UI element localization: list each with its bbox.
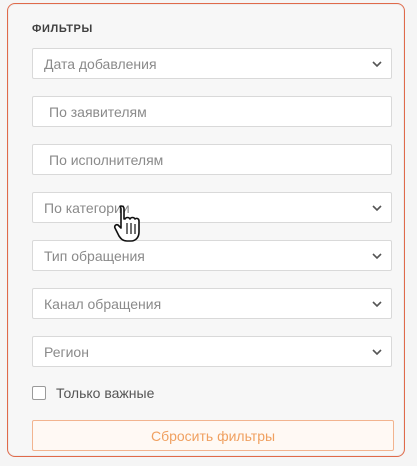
request-channel-select[interactable]: Канал обращения bbox=[32, 288, 392, 319]
important-only-checkbox[interactable] bbox=[32, 386, 46, 400]
filters-title: ФИЛЬТРЫ bbox=[32, 23, 93, 35]
category-select[interactable]: По категории bbox=[32, 192, 392, 223]
hand-pointer-icon bbox=[113, 205, 140, 242]
chevron-down-icon bbox=[372, 349, 382, 356]
applicants-input[interactable]: По заявителям bbox=[32, 96, 392, 127]
chevron-down-icon bbox=[372, 301, 382, 308]
date-added-label: Дата добавления bbox=[44, 56, 157, 72]
region-select[interactable]: Регион bbox=[32, 336, 392, 367]
request-channel-label: Канал обращения bbox=[44, 296, 162, 312]
chevron-down-icon bbox=[372, 61, 382, 68]
request-type-select[interactable]: Тип обращения bbox=[32, 240, 392, 271]
applicants-placeholder: По заявителям bbox=[49, 104, 147, 120]
chevron-down-icon bbox=[372, 253, 382, 260]
date-added-select[interactable]: Дата добавления bbox=[32, 48, 392, 79]
executors-input[interactable]: По исполнителям bbox=[32, 144, 392, 175]
request-type-label: Тип обращения bbox=[44, 248, 145, 264]
important-only-label: Только важные bbox=[56, 385, 155, 401]
chevron-down-icon bbox=[372, 205, 382, 212]
region-label: Регион bbox=[44, 344, 89, 360]
important-only-row[interactable]: Только важные bbox=[32, 384, 154, 402]
executors-placeholder: По исполнителям bbox=[49, 152, 164, 168]
reset-filters-button[interactable]: Сбросить фильтры bbox=[32, 420, 394, 451]
